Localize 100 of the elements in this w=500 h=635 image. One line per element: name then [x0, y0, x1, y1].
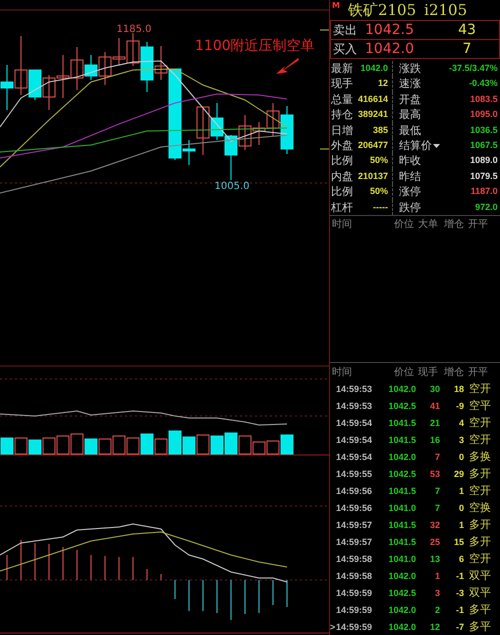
- stat-value: 1083.5: [469, 92, 499, 106]
- table-cell-text: 14:59:56: [335, 502, 374, 512]
- stat-label: 昨收: [398, 153, 422, 169]
- column-header: 时间: [331, 218, 353, 232]
- contract-name: 铁矿2105: [348, 0, 416, 20]
- stat-label: 速涨: [398, 76, 422, 92]
- arrow-icon: [276, 58, 299, 74]
- column-header: 开平: [467, 366, 489, 378]
- volume-bar: [266, 440, 280, 454]
- flag-label: M: [332, 1, 340, 10]
- stat-value: 1042.0: [358, 61, 394, 76]
- stat-value: 385: [358, 122, 394, 138]
- stat-label: 比例: [330, 153, 354, 169]
- table-cell-text: 12: [428, 622, 440, 632]
- stat-label: 最高: [398, 107, 422, 123]
- table-cell-text: 14:59:53: [335, 400, 374, 410]
- table-cell-text: 1042.5: [387, 588, 416, 598]
- table-cell-text: 1042.0: [387, 622, 416, 632]
- table-cell-text: 14:59:59: [335, 604, 374, 614]
- column-header: 增仓: [443, 366, 465, 378]
- stat-label: 持仓: [330, 107, 354, 123]
- table-cell-text: -9: [454, 400, 465, 410]
- volume-bar: [280, 434, 294, 454]
- table-cell-text: 32: [428, 520, 440, 530]
- stat-label: 外盘: [330, 138, 354, 154]
- order-label: 买入: [332, 40, 358, 58]
- volume-bar: [182, 436, 196, 454]
- column-header: 价位: [393, 218, 415, 232]
- stat-value: -----: [358, 200, 394, 215]
- volume-bar: [0, 438, 14, 454]
- table-cell-text: 14:59:58: [335, 570, 374, 580]
- stat-label: 现手: [330, 76, 354, 92]
- table-cell-text: 空平: [468, 398, 492, 413]
- table-cell-text: 53: [428, 468, 440, 478]
- column-header: 大单: [417, 218, 439, 232]
- column-header: 开平: [467, 218, 489, 232]
- table-cell-text: 6: [458, 554, 465, 564]
- volume-bar: [196, 434, 210, 454]
- table-cell-text: 空开: [468, 432, 492, 447]
- table-cell-text: 空开: [468, 551, 492, 566]
- price-label: 1185.0: [116, 24, 152, 35]
- candle: [56, 54, 70, 98]
- table-cell-text: 1042.0: [387, 384, 416, 394]
- table-cell-text: 14:59:57: [335, 520, 374, 530]
- table-cell-text: 14:59:54: [335, 434, 374, 444]
- stat-label: 总量: [330, 92, 354, 108]
- table-cell-text: 空开: [468, 415, 492, 430]
- table-cell-text: 3: [458, 434, 465, 444]
- column-header: 价位: [393, 366, 415, 378]
- stat-label: 结算价: [393, 138, 450, 154]
- candle: [98, 52, 112, 86]
- order-price: 1042.5: [365, 22, 415, 38]
- table-cell-text: 14:59:58: [335, 554, 374, 564]
- table-cell-text: -3: [454, 588, 465, 598]
- volume-bar: [140, 434, 154, 454]
- table-cell-text: 0: [458, 502, 465, 512]
- stat-value: 1095.0: [469, 108, 499, 122]
- stat-label: 杠杆: [330, 200, 354, 215]
- stat-value: 206477: [358, 138, 394, 154]
- row-marker: >: [330, 622, 336, 632]
- stat-value: 1187.0: [470, 185, 499, 198]
- stat-value: 1036.5: [469, 124, 499, 137]
- table-cell-text: 16: [428, 434, 440, 444]
- table-cell-text: 14:59:54: [335, 452, 374, 462]
- table-cell-text: 1041.5: [387, 520, 416, 530]
- table-cell-text: -1: [454, 604, 465, 614]
- order-label: 卖出: [332, 22, 358, 38]
- order-volume: 7: [462, 41, 472, 57]
- stat-label: 比例: [330, 184, 354, 200]
- stat-value: 1067.5: [469, 138, 499, 152]
- candle: [224, 134, 238, 180]
- stat-label: 涨跌: [398, 61, 422, 76]
- table-cell-text: 空开: [468, 381, 492, 396]
- stat-label: 涨停: [398, 184, 422, 200]
- volume-bar: [28, 440, 42, 454]
- table-cell-text: 1041.5: [387, 486, 416, 496]
- table-cell-text: 7: [434, 486, 440, 496]
- candle: [0, 64, 14, 110]
- table-cell-text: 14:59:59: [335, 588, 374, 598]
- table-cell-text: 13: [428, 554, 440, 564]
- table-cell-text: 18: [452, 384, 465, 394]
- volume-bar: [14, 438, 28, 454]
- volume-bar: [56, 436, 70, 454]
- table-cell-text: 2: [434, 604, 440, 614]
- table-cell-text: 1041.0: [387, 502, 416, 512]
- table-cell-text: 15: [452, 536, 465, 546]
- column-header: 时间: [331, 366, 353, 378]
- table-cell-text: 1041.5: [387, 434, 416, 444]
- table-cell-text: 1042.0: [387, 570, 416, 580]
- contract-code: i2105: [424, 1, 468, 19]
- stat-value: 416614: [358, 92, 394, 108]
- candle: [210, 102, 224, 140]
- candle: [112, 38, 126, 66]
- table-cell-text: 多平: [468, 602, 492, 617]
- table-cell-text: 30: [428, 384, 440, 394]
- candle: [42, 74, 56, 110]
- order-volume: 43: [457, 22, 477, 38]
- table-cell-text: 4: [458, 418, 465, 428]
- table-cell-text: 14:59:53: [335, 384, 374, 394]
- table-cell-text: 1042.5: [387, 468, 416, 478]
